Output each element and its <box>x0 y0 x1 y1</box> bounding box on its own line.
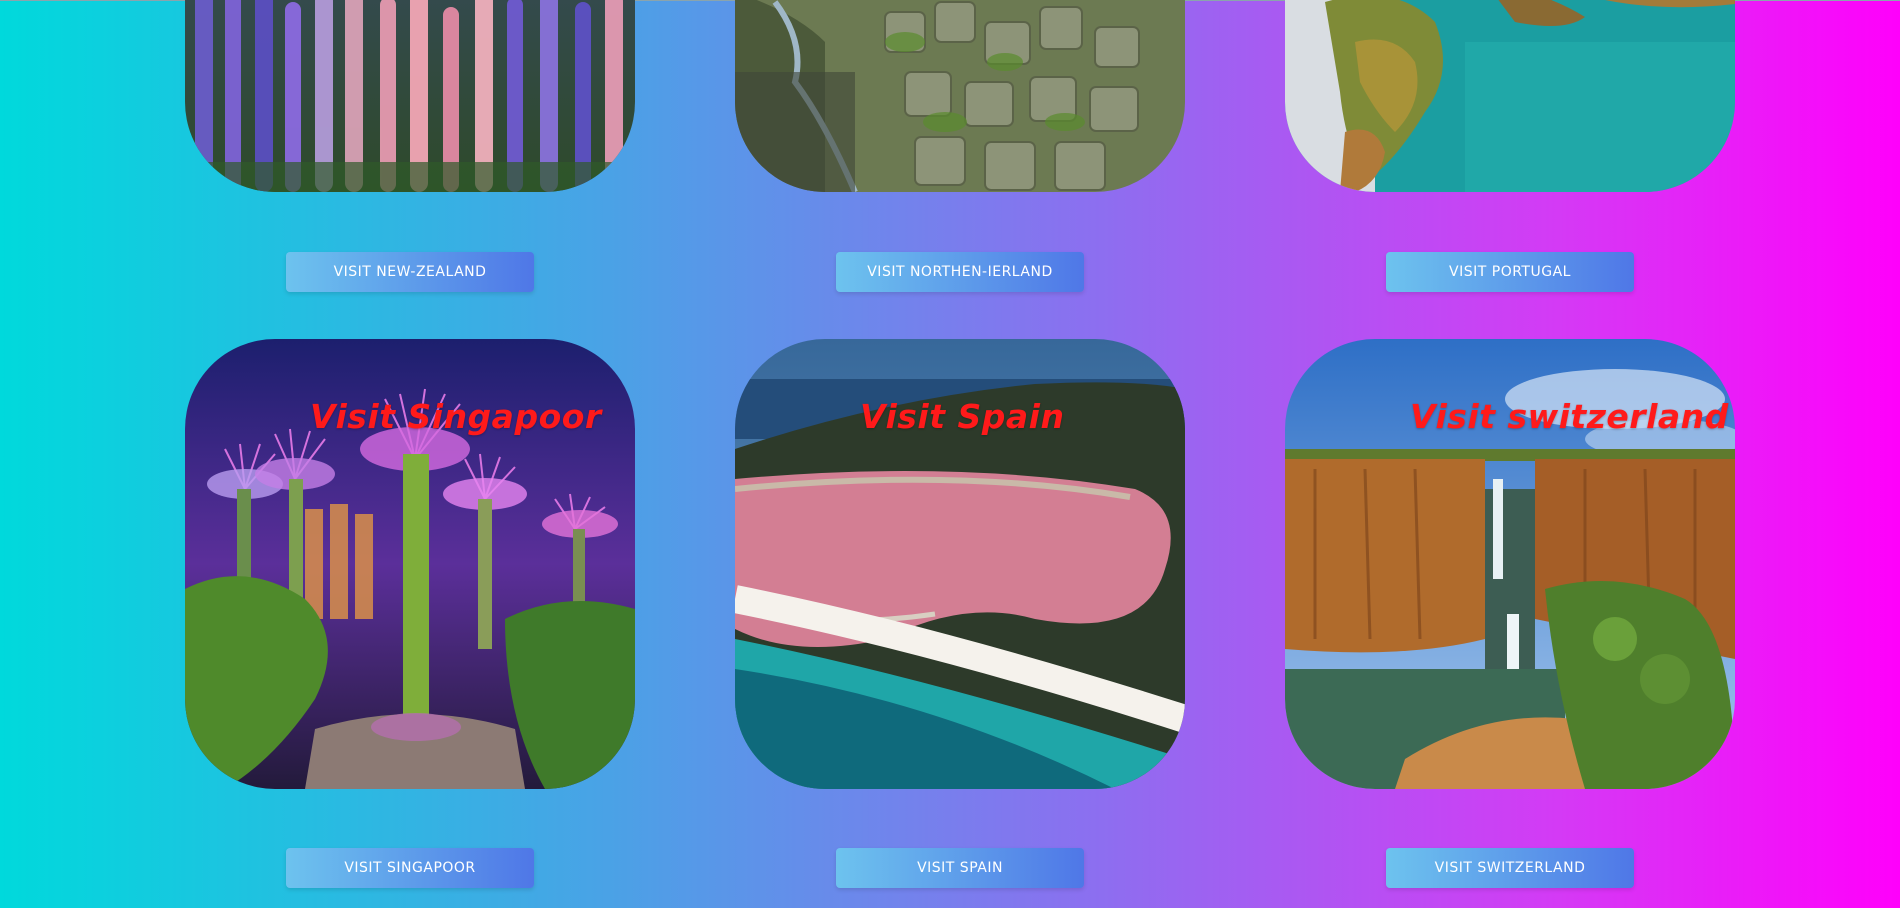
spain-title: Visit Spain <box>860 397 1065 436</box>
destination-card-northern-ireland <box>735 0 1185 192</box>
visit-new-zealand-button[interactable]: VISIT NEW-ZEALAND <box>286 252 534 292</box>
singapore-title: Visit Singapoor <box>310 397 602 436</box>
visit-switzerland-button[interactable]: VISIT SWITZERLAND <box>1386 848 1634 888</box>
destination-card-singapore: Visit Singapoor <box>185 339 635 789</box>
destination-card-spain: Visit Spain <box>735 339 1185 789</box>
portugal-image <box>1285 0 1735 192</box>
visit-singapore-button[interactable]: VISIT SINGAPOOR <box>286 848 534 888</box>
destination-card-portugal <box>1285 0 1735 192</box>
northern-ireland-image <box>735 0 1185 192</box>
destination-card-new-zealand <box>185 0 635 192</box>
visit-northern-ireland-button[interactable]: VISIT NORTHEN-IERLAND <box>836 252 1084 292</box>
switzerland-title: Visit switzerland <box>1410 397 1729 436</box>
new-zealand-image <box>185 0 635 192</box>
destination-card-switzerland: Visit switzerland <box>1285 339 1735 789</box>
visit-spain-button[interactable]: VISIT SPAIN <box>836 848 1084 888</box>
visit-portugal-button[interactable]: VISIT PORTUGAL <box>1386 252 1634 292</box>
